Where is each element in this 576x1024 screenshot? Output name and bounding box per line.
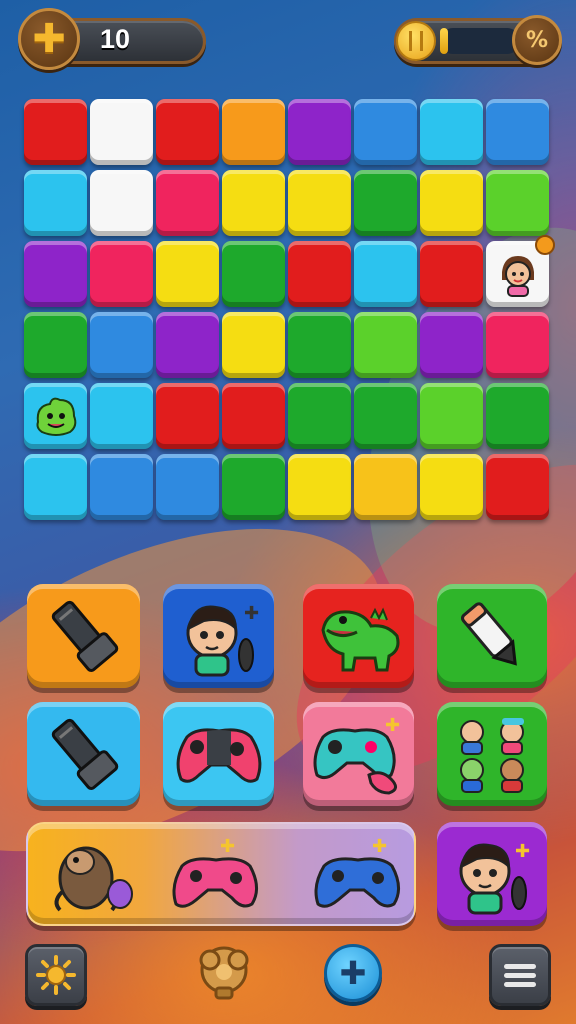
settings-button[interactable] [25, 944, 87, 1006]
coin-progress-fill [440, 28, 448, 54]
board-tile[interactable] [486, 312, 549, 378]
board-tile[interactable] [354, 241, 417, 307]
add-icon: ✚ [339, 954, 367, 992]
board-tile[interactable] [90, 99, 153, 165]
board-tile[interactable] [24, 99, 87, 165]
board-tile[interactable] [90, 170, 153, 236]
board-tile[interactable] [24, 170, 87, 236]
discount-button[interactable]: % [512, 15, 562, 65]
board-tile[interactable] [222, 170, 285, 236]
collection-tray: ✚ ✚ [26, 822, 416, 926]
blue-gamepad-icon[interactable]: ✚ [310, 832, 410, 920]
percent-icon: % [525, 27, 549, 53]
card-flashlight-cyan[interactable] [27, 702, 140, 806]
board-tile[interactable] [354, 99, 417, 165]
menu-button[interactable] [489, 944, 551, 1006]
svg-text:✚: ✚ [372, 836, 387, 857]
board-tile[interactable] [156, 312, 219, 378]
kids-group-icon [460, 718, 524, 793]
board-tile[interactable] [420, 312, 483, 378]
board-tile[interactable] [24, 312, 87, 378]
svg-text:✚: ✚ [244, 603, 259, 624]
board-tile[interactable] [24, 383, 87, 449]
card-gamepad-pink[interactable]: ✚ [303, 702, 414, 806]
board-tile[interactable] [90, 312, 153, 378]
coin-progress-track [440, 28, 520, 54]
board-tile[interactable] [420, 454, 483, 520]
gamepad-icon: ✚ [313, 715, 400, 795]
board-tile[interactable] [24, 454, 87, 520]
board-tile[interactable] [420, 170, 483, 236]
pencil-icon [461, 602, 517, 666]
board-tile[interactable] [222, 454, 285, 520]
board-tile[interactable] [90, 241, 153, 307]
boy-avatar-icon: ✚ [459, 841, 530, 915]
board-tile[interactable] [288, 241, 351, 307]
add-lives-button[interactable]: ✚ [18, 8, 80, 70]
card-boy-purple[interactable]: ✚ [437, 822, 547, 926]
board-tile[interactable] [354, 312, 417, 378]
card-gamepad-cyan[interactable] [163, 702, 274, 806]
board-tile[interactable] [90, 383, 153, 449]
lives-value: 10 [100, 24, 131, 54]
green-monster-icon [36, 397, 76, 436]
flashlight-icon [51, 718, 118, 790]
card-pencil-green[interactable] [437, 584, 547, 688]
board-tile[interactable] [420, 383, 483, 449]
card-kids-green[interactable] [437, 702, 547, 806]
board-tile[interactable] [288, 383, 351, 449]
board-tile[interactable] [486, 454, 549, 520]
board-tile[interactable] [288, 170, 351, 236]
girl-avatar-icon [501, 256, 534, 297]
board-tile[interactable] [222, 241, 285, 307]
boy-avatar-icon: ✚ [186, 603, 259, 677]
trophy-button[interactable] [192, 940, 256, 1004]
board-tile[interactable] [486, 383, 549, 449]
coin-icon [396, 21, 436, 61]
board-tile[interactable] [288, 312, 351, 378]
add-button[interactable]: ✚ [324, 944, 382, 1002]
flashlight-icon [51, 600, 118, 672]
board-tile[interactable] [222, 383, 285, 449]
board-tile[interactable] [288, 99, 351, 165]
board-tile[interactable] [420, 99, 483, 165]
tile-badge-icon [535, 235, 555, 255]
menu-icon [504, 960, 536, 991]
card-dino-red[interactable] [303, 584, 414, 688]
svg-text:✚: ✚ [515, 841, 530, 862]
game-board [24, 99, 555, 521]
pink-gamepad-icon[interactable]: ✚ [168, 832, 268, 920]
board-tile[interactable] [24, 241, 87, 307]
settings-sun-icon [36, 955, 76, 995]
trophy-icon [199, 946, 249, 1000]
board-tile[interactable] [420, 241, 483, 307]
board-tile[interactable] [222, 312, 285, 378]
board-tile[interactable] [156, 170, 219, 236]
dinosaur-icon [320, 607, 399, 672]
board-tile[interactable] [486, 170, 549, 236]
svg-text:✚: ✚ [385, 715, 400, 736]
board-tile[interactable] [90, 454, 153, 520]
board-tile[interactable] [486, 99, 549, 165]
gamepad-icon [176, 728, 261, 783]
card-flashlight-orange[interactable] [27, 584, 140, 688]
board-tile[interactable] [156, 383, 219, 449]
board-tile[interactable] [156, 241, 219, 307]
board-tile[interactable] [288, 454, 351, 520]
card-boy-blue[interactable]: ✚ [163, 584, 274, 688]
board-tile[interactable] [222, 99, 285, 165]
board-tile[interactable] [156, 99, 219, 165]
board-tile[interactable] [156, 454, 219, 520]
board-tile[interactable] [486, 235, 555, 307]
board-tile[interactable] [354, 383, 417, 449]
sloth-icon[interactable] [46, 832, 142, 920]
plus-icon: ✚ [32, 16, 66, 62]
board-tile[interactable] [354, 170, 417, 236]
board-tile[interactable] [354, 454, 417, 520]
svg-text:✚: ✚ [220, 836, 235, 857]
